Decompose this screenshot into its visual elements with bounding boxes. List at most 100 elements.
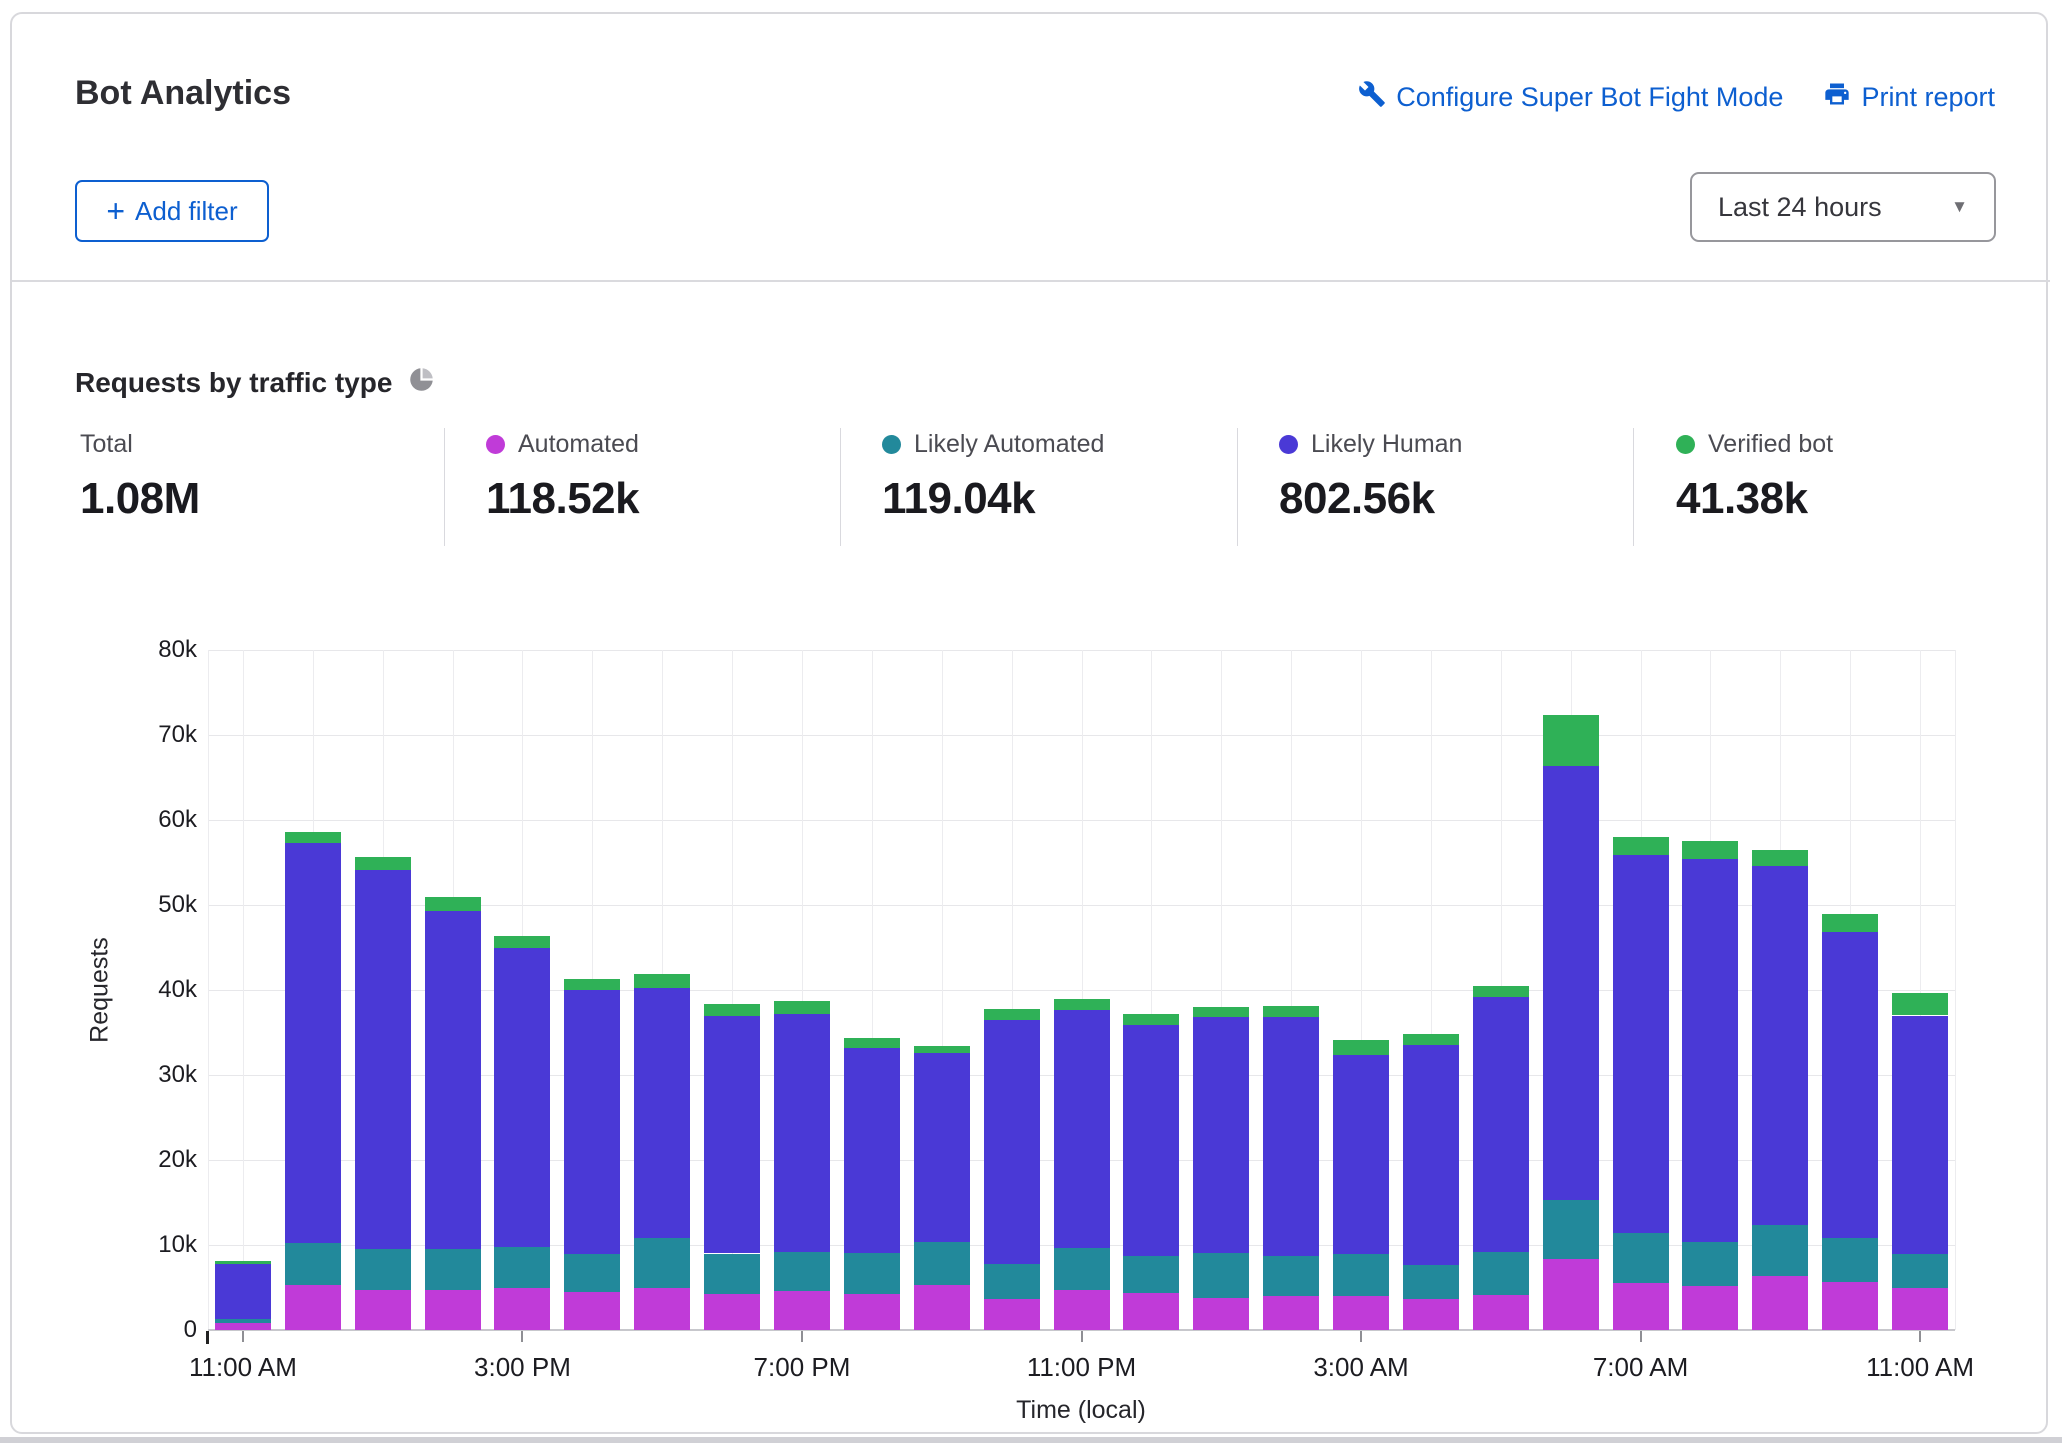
bar-segment-verified-bot <box>494 936 550 949</box>
stat-likely-automated[interactable]: Likely Automated119.04k <box>882 430 1222 524</box>
y-axis-tick-label: 80k <box>107 636 197 664</box>
bar-segment-verified-bot <box>1333 1040 1389 1055</box>
bar-segment-automated <box>1682 1286 1738 1330</box>
bar-segment-verified-bot <box>425 897 481 911</box>
plus-icon: + <box>106 198 125 224</box>
bar-segment-likely-human <box>1403 1045 1459 1265</box>
stat-value: 119.04k <box>882 474 1222 524</box>
bar-segment-automated <box>285 1285 341 1330</box>
bar-segment-automated <box>215 1323 271 1330</box>
add-filter-button[interactable]: + Add filter <box>75 180 269 242</box>
stat-divider <box>444 428 445 546</box>
bar-segment-likely-automated <box>1403 1265 1459 1298</box>
pie-chart-icon <box>408 366 435 400</box>
time-range-select[interactable]: Last 24 hours ▼ <box>1690 172 1996 242</box>
bar-segment-likely-automated <box>1613 1233 1669 1283</box>
bar-segment-verified-bot <box>634 974 690 988</box>
gridline-vertical <box>208 650 209 1330</box>
print-report-link[interactable]: Print report <box>1823 80 1995 115</box>
bar-segment-verified-bot <box>285 832 341 843</box>
stat-label: Automated <box>518 430 639 459</box>
add-filter-label: Add filter <box>135 196 238 227</box>
bar-segment-verified-bot <box>774 1001 830 1014</box>
x-axis-tick <box>521 1331 523 1342</box>
bar-segment-likely-human <box>1543 766 1599 1200</box>
bar-segment-likely-human <box>1333 1055 1389 1254</box>
bar-segment-likely-human <box>1613 855 1669 1233</box>
bar-segment-automated <box>494 1288 550 1330</box>
y-axis-tick-label: 70k <box>107 721 197 749</box>
bar-segment-likely-automated <box>634 1238 690 1288</box>
bar-segment-verified-bot <box>1543 715 1599 767</box>
bar-segment-likely-human <box>1682 859 1738 1242</box>
bar-segment-automated <box>1333 1296 1389 1330</box>
stat-likely-human[interactable]: Likely Human802.56k <box>1279 430 1619 524</box>
stat-value: 1.08M <box>80 474 420 524</box>
legend-dot-likely-automated <box>882 435 901 454</box>
bar-segment-verified-bot <box>355 857 411 871</box>
bar-segment-verified-bot <box>1123 1014 1179 1025</box>
bar-segment-automated <box>1054 1290 1110 1330</box>
bar-segment-automated <box>1543 1259 1599 1330</box>
bar-segment-likely-automated <box>1752 1225 1808 1276</box>
bar-segment-likely-human <box>494 948 550 1246</box>
wrench-icon <box>1358 80 1386 115</box>
x-axis-tick <box>1081 1331 1083 1342</box>
y-axis-tick-label: 30k <box>107 1061 197 1089</box>
stat-label: Verified bot <box>1708 430 1833 459</box>
bar-segment-likely-human <box>634 988 690 1238</box>
bar-segment-likely-automated <box>844 1253 900 1295</box>
bar-segment-likely-automated <box>425 1249 481 1290</box>
bar-segment-likely-human <box>1123 1025 1179 1256</box>
x-axis-title: Time (local) <box>1016 1396 1146 1425</box>
bar-segment-automated <box>914 1285 970 1330</box>
bar-segment-likely-human <box>984 1020 1040 1264</box>
bar-segment-likely-automated <box>1473 1252 1529 1295</box>
bar-segment-likely-human <box>1892 1016 1948 1254</box>
x-axis-tick-label: 7:00 PM <box>712 1352 892 1383</box>
header-divider <box>12 280 2050 282</box>
bar-segment-automated <box>1613 1283 1669 1330</box>
bar-segment-likely-human <box>355 870 411 1249</box>
bar-segment-automated <box>1822 1282 1878 1330</box>
bar-segment-likely-automated <box>914 1242 970 1285</box>
bar-segment-verified-bot <box>1054 999 1110 1009</box>
bar-segment-verified-bot <box>1892 993 1948 1015</box>
bar-segment-verified-bot <box>984 1009 1040 1020</box>
bar-segment-likely-human <box>844 1048 900 1253</box>
configure-link-label: Configure Super Bot Fight Mode <box>1396 82 1783 113</box>
chevron-down-icon: ▼ <box>1951 197 1968 217</box>
bar-segment-likely-human <box>1822 932 1878 1238</box>
configure-super-bot-fight-mode-link[interactable]: Configure Super Bot Fight Mode <box>1358 80 1783 115</box>
stat-verified-bot[interactable]: Verified bot 41.38k <box>1676 430 2016 524</box>
bar-segment-likely-automated <box>355 1249 411 1290</box>
time-range-value: Last 24 hours <box>1718 192 1882 223</box>
stat-divider <box>1633 428 1634 546</box>
bar-segment-automated <box>564 1292 620 1330</box>
bar-segment-likely-automated <box>1892 1254 1948 1289</box>
bar-segment-automated <box>1473 1295 1529 1330</box>
legend-dot-automated <box>486 435 505 454</box>
bar-segment-automated <box>1403 1299 1459 1330</box>
bar-segment-verified-bot <box>1613 837 1669 855</box>
bar-segment-likely-human <box>914 1053 970 1242</box>
y-axis-tick-label: 0 <box>107 1316 197 1344</box>
x-axis-tick <box>1919 1331 1921 1342</box>
bar-segment-likely-human <box>1473 997 1529 1252</box>
header-actions: Configure Super Bot Fight Mode Print rep… <box>1358 80 1995 115</box>
bar-segment-automated <box>1123 1293 1179 1330</box>
bar-segment-verified-bot <box>1193 1007 1249 1017</box>
bar-segment-likely-human <box>564 990 620 1254</box>
bar-segment-automated <box>1752 1276 1808 1330</box>
bar-segment-likely-automated <box>285 1243 341 1285</box>
bar-segment-likely-automated <box>1193 1253 1249 1298</box>
stat-value: 802.56k <box>1279 474 1619 524</box>
bar-segment-likely-automated <box>494 1247 550 1289</box>
legend-dot-likely-human <box>1279 435 1298 454</box>
stat-divider <box>1237 428 1238 546</box>
bar-segment-likely-automated <box>1822 1238 1878 1281</box>
bar-segment-verified-bot <box>215 1261 271 1264</box>
print-link-label: Print report <box>1861 82 1995 113</box>
stat-value: 41.38k <box>1676 474 2016 524</box>
stat-automated[interactable]: Automated118.52k <box>486 430 826 524</box>
